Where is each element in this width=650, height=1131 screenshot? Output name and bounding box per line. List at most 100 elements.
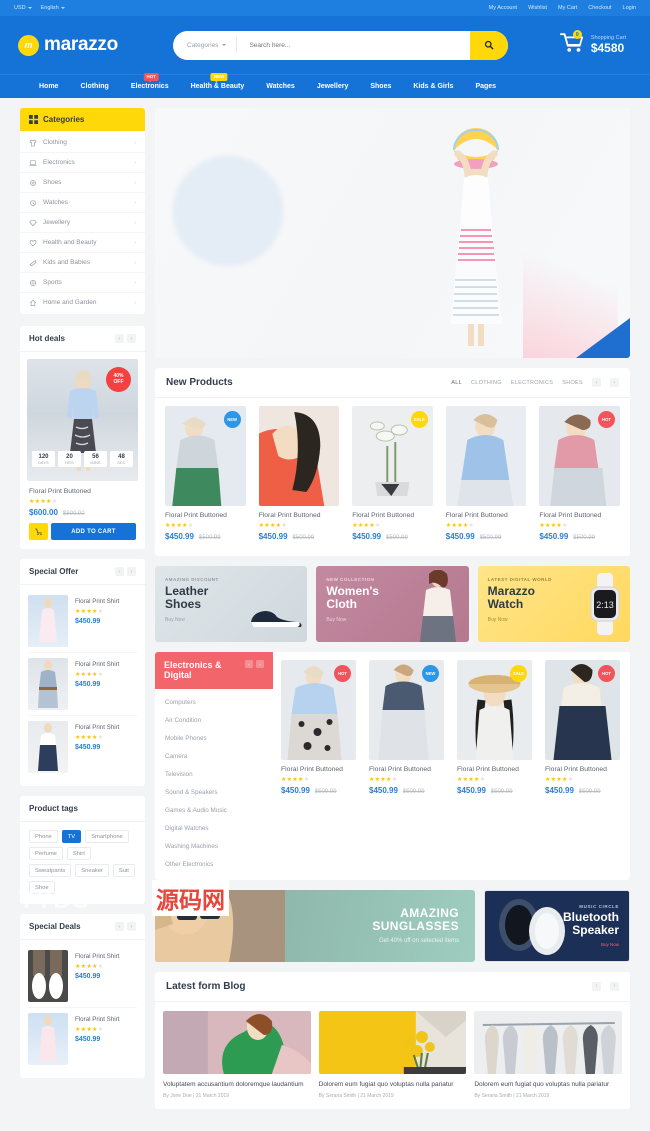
list-item[interactable]: Floral Print Shirt ★★★★★ $450.99 <box>28 590 137 653</box>
prev-arrow-icon[interactable]: ‹ <box>115 922 124 931</box>
tab-all[interactable]: ALL <box>451 380 462 386</box>
tag-smartphone[interactable]: Smartphone <box>85 830 129 843</box>
nav-item-health-beauty[interactable]: NEW Health & Beauty <box>180 73 256 90</box>
next-arrow-icon[interactable]: › <box>610 981 619 991</box>
blog-image <box>318 1010 467 1074</box>
product-card[interactable]: Floral Print Buttoned ★★★★★ $450.99 $500… <box>442 406 531 547</box>
electronics-item-mobile-phones[interactable]: Mobile Phones <box>155 730 273 748</box>
language-selector[interactable]: English <box>41 5 65 11</box>
tag-phone[interactable]: Phone <box>29 830 58 843</box>
blog-post-card[interactable]: Dolorem eum fugiat quo voluptas nulla pa… <box>318 1010 467 1099</box>
tag-sweatpants[interactable]: Sweatpants <box>29 864 72 877</box>
category-label: Shoes <box>43 179 62 186</box>
product-price-row: $450.99 $500.99 <box>539 532 620 541</box>
hero-slider[interactable] <box>155 108 630 358</box>
special-offer-widget: Special Offer ‹ › Floral Print Shirt ★★★… <box>20 559 145 786</box>
category-item-health-beauty[interactable]: Health and Beauty › <box>20 233 145 253</box>
category-item-kids-babies[interactable]: Kids and Babies › <box>20 253 145 273</box>
link-wishlist[interactable]: Wishlist <box>528 5 547 11</box>
blog-post-card[interactable]: Voluptatem accusantium doloremque laudan… <box>163 1010 311 1099</box>
link-my-cart[interactable]: My Cart <box>558 5 577 11</box>
tag-sneaker[interactable]: Sneaker <box>75 864 109 877</box>
electronics-item-digital-watches[interactable]: Digital Watches <box>155 820 273 838</box>
product-photo <box>445 406 527 506</box>
product-card[interactable]: HOT Floral Print Buttoned ★★★★★ $450.99 … <box>277 660 360 871</box>
nav-item-electronics[interactable]: HOT Electronics <box>120 73 180 90</box>
next-arrow-icon[interactable]: › <box>256 660 264 668</box>
category-item-home-garden[interactable]: Home and Garden › <box>20 293 145 312</box>
electronics-item-other-electronics[interactable]: Other Electronics <box>155 856 273 874</box>
tab-electronics[interactable]: ELECTRONICS <box>511 380 553 386</box>
product-card[interactable]: SALE Floral Print Buttoned ★★★★★ $450.99… <box>348 406 437 547</box>
nav-item-kids-girls[interactable]: Kids & Girls <box>402 83 464 90</box>
prev-arrow-icon[interactable]: ‹ <box>592 981 601 991</box>
quick-cart-button[interactable] <box>29 523 48 540</box>
list-item[interactable]: Floral Print Shirt ★★★★★ $450.99 <box>28 1008 137 1070</box>
currency-selector[interactable]: USD <box>14 5 32 11</box>
next-arrow-icon[interactable]: › <box>127 567 136 576</box>
tag-perfume[interactable]: Perfume <box>29 847 63 860</box>
link-my-account[interactable]: My Account <box>489 5 517 11</box>
promo-banner-marazzo-watch[interactable]: LATEST DIGITAL WORLD Marazzo Watch Buy N… <box>477 566 630 642</box>
search-category-dropdown[interactable]: Categories <box>173 37 238 53</box>
prev-arrow-icon[interactable]: ‹ <box>245 660 253 668</box>
electronics-item-air-condition[interactable]: Air Condition <box>155 712 273 730</box>
product-card[interactable]: NEW Floral Print Buttoned ★★★★★ $450.99 … <box>161 406 250 547</box>
promo-banner-leather-shoes[interactable]: AMAZING DISCOUNT Leather Shoes Buy Now <box>155 566 308 642</box>
tag-shoe[interactable]: Shoe <box>29 881 55 894</box>
category-item-sports[interactable]: Sports › <box>20 273 145 293</box>
bluetooth-speaker-banner[interactable]: MUSIC CIRCLE Bluetooth Speaker Buy Now <box>484 889 630 962</box>
product-card[interactable]: SALE Floral Print Buttoned ★★★★★ $450.99… <box>453 660 536 871</box>
electronics-item-sound-speakers[interactable]: Sound & Speakers <box>155 784 273 802</box>
electronics-item-washing-machines[interactable]: Washing Machines <box>155 838 273 856</box>
next-arrow-icon[interactable]: › <box>127 334 136 343</box>
category-item-electronics[interactable]: Electronics › <box>20 153 145 173</box>
link-checkout[interactable]: Checkout <box>588 5 611 11</box>
language-label: English <box>40 5 59 11</box>
blog-post-card[interactable]: Dolorem eum fugiat quo voluptas nulla pa… <box>474 1010 623 1099</box>
nav-item-home[interactable]: Home <box>28 83 69 90</box>
list-item[interactable]: Floral Print Shirt ★★★★★ $450.99 <box>28 716 137 778</box>
nav-item-clothing[interactable]: Clothing <box>69 83 119 90</box>
add-to-cart-button[interactable]: ADD TO CART <box>51 523 136 540</box>
electronics-item-camera[interactable]: Camera <box>155 748 273 766</box>
tag-shirt[interactable]: Shirt <box>66 847 91 860</box>
list-item[interactable]: Floral Print Shirt ★★★★★ $450.99 <box>28 945 137 1008</box>
prev-arrow-icon[interactable]: ‹ <box>115 334 124 343</box>
electronics-item-computers[interactable]: Computers <box>155 694 273 712</box>
tab-clothing[interactable]: CLOTHING <box>471 380 502 386</box>
product-card[interactable]: Floral Print Buttoned ★★★★★ $450.99 $500… <box>255 406 344 547</box>
promo-banner-womens-cloth[interactable]: NEW COLLECTION Women's Cloth Buy Now <box>316 566 469 642</box>
nav-item-watches[interactable]: Watches <box>255 83 306 90</box>
category-item-clothing[interactable]: Clothing › <box>20 133 145 153</box>
prev-arrow-icon[interactable]: ‹ <box>592 378 601 387</box>
svg-text:2:13: 2:13 <box>596 600 614 610</box>
category-item-watches[interactable]: Watches › <box>20 193 145 213</box>
category-item-jewellery[interactable]: Jewellery › <box>20 213 145 233</box>
nav-item-jewellery[interactable]: Jewellery <box>306 83 360 90</box>
tag-tv[interactable]: TV <box>61 830 82 843</box>
tag-suit[interactable]: Suit <box>112 864 135 877</box>
product-card[interactable]: NEW Floral Print Buttoned ★★★★★ $450.99 … <box>365 660 448 871</box>
product-card[interactable]: HOT Floral Print Buttoned ★★★★★ $450.99 … <box>535 406 624 547</box>
nav-item-pages[interactable]: Pages <box>464 83 507 90</box>
tab-shoes[interactable]: SHOES <box>562 380 583 386</box>
electronics-item-television[interactable]: Television <box>155 766 273 784</box>
list-item[interactable]: Floral Print Shirt ★★★★★ $450.99 <box>28 653 137 716</box>
product-card[interactable]: HOT Floral Print Buttoned ★★★★★ $450.99 … <box>541 660 624 871</box>
hot-deal-image[interactable]: 40% OFF 120 DAYS 20 HRS 56 MINS 48 SEC <box>27 359 138 481</box>
search-input[interactable] <box>237 30 470 60</box>
product-price: $450.99 <box>75 1036 101 1043</box>
prev-arrow-icon[interactable]: ‹ <box>115 567 124 576</box>
site-logo[interactable]: m marazzo <box>18 34 168 56</box>
link-login[interactable]: Login <box>623 5 636 11</box>
search-button[interactable] <box>470 30 508 60</box>
electronics-item-games-audio-music[interactable]: Games & Audio Music <box>155 802 273 820</box>
category-item-shoes[interactable]: Shoes › <box>20 173 145 193</box>
next-arrow-icon[interactable]: › <box>127 922 136 931</box>
nav-item-shoes[interactable]: Shoes <box>359 83 402 90</box>
sunglasses-banner[interactable]: AMAZING SUNGLASSES Get 40% off on select… <box>155 889 475 962</box>
hot-deal-product-name[interactable]: Floral Print Buttoned <box>29 488 136 495</box>
next-arrow-icon[interactable]: › <box>610 378 619 387</box>
cart-widget[interactable]: 0 Shopping Cart $4580 <box>559 30 632 59</box>
